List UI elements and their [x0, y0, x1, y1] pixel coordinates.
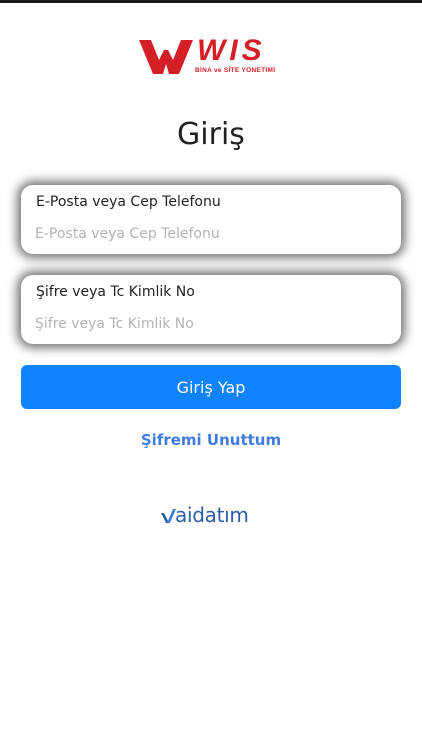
email-field-card: E-Posta veya Cep Telefonu: [21, 185, 401, 254]
aidatim-brand-logo: aidatım: [160, 503, 270, 533]
page-title: Giriş: [177, 117, 245, 152]
password-field-card: Şifre veya Tc Kimlik No: [21, 275, 401, 344]
logo-tagline: BİNA ve SİTE YÖNETİMİ: [195, 67, 276, 74]
forgot-password-link[interactable]: Şifremi Unuttum: [0, 431, 422, 449]
password-input[interactable]: [35, 313, 385, 335]
password-field-label: Şifre veya Tc Kimlik No: [36, 284, 195, 300]
email-field-label: E-Posta veya Cep Telefonu: [36, 194, 221, 210]
email-input[interactable]: [35, 223, 385, 245]
logo-wordmark: WIS: [197, 34, 266, 67]
wis-logo-mark-icon: [139, 40, 193, 74]
login-button[interactable]: Giriş Yap: [21, 365, 401, 409]
brand-name: aidatım: [175, 503, 249, 527]
status-bar-line: [0, 0, 422, 3]
wis-logo: WIS BİNA ve SİTE YÖNETİMİ: [137, 34, 287, 80]
